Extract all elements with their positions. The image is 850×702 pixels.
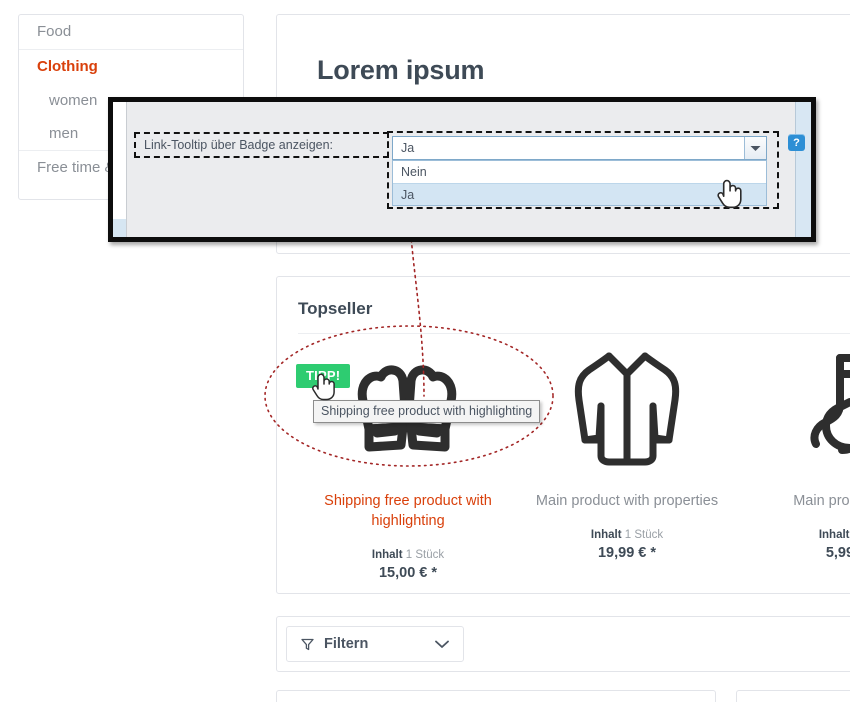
socks-icon <box>810 354 850 454</box>
select-dropdown-arrow-icon[interactable] <box>744 137 766 159</box>
jacket-icon <box>574 352 680 466</box>
topseller-panel: Topseller Shipping free product with hig… <box>276 276 850 594</box>
select-highlight-box: Ja Nein Ja <box>387 131 779 209</box>
filter-panel: Filtern <box>276 616 850 672</box>
product-thumbnail <box>736 339 850 479</box>
funnel-icon <box>301 638 314 651</box>
product-content: Inhalt 1 Stück <box>298 549 518 561</box>
filter-button-label: Filtern <box>324 636 369 652</box>
screen-root: Food Clothing women men Free time & Lore… <box>0 0 850 702</box>
product-name[interactable]: Shipping free product with highlighting <box>298 491 518 531</box>
product-content-value: 1 Stück <box>405 549 445 561</box>
sidebar-item-label: Clothing <box>37 58 98 75</box>
bottom-panel-right <box>736 690 850 702</box>
product-price: 19,99 € * <box>597 545 657 561</box>
product-content-label: Inhalt <box>371 549 403 561</box>
select-options-list: Nein Ja <box>392 160 767 206</box>
setting-label-highlight-box: Link-Tooltip über Badge anzeigen: <box>134 132 389 158</box>
sidebar-item-food[interactable]: Food <box>19 15 243 50</box>
left-scrollbar-thumb[interactable] <box>113 219 126 237</box>
chevron-down-icon <box>435 640 449 649</box>
select-option-nein[interactable]: Nein <box>393 161 766 183</box>
product-thumbnail <box>517 339 737 479</box>
select-option-ja[interactable]: Ja <box>393 183 766 205</box>
product-content-label: Inhalt <box>590 529 622 541</box>
product-name[interactable]: Main product with properties <box>517 491 737 511</box>
sidebar-item-label: women <box>49 92 98 109</box>
product-card[interactable]: Main product with properties Inhalt 1 St… <box>517 339 737 561</box>
tooltip-setting-select[interactable]: Ja <box>392 136 767 160</box>
sidebar-item-label: men <box>49 125 79 142</box>
section-divider <box>298 333 850 334</box>
sidebar-item-label: Free time & <box>37 159 115 176</box>
page-title: Lorem ipsum <box>317 55 485 85</box>
right-scrollbar[interactable] <box>795 102 811 237</box>
config-overlay-body: Link-Tooltip über Badge anzeigen: Ja Nei… <box>113 102 811 237</box>
setting-label: Link-Tooltip über Badge anzeigen: <box>144 138 334 152</box>
product-content: Inhalt 1 Stück <box>517 529 737 541</box>
product-price: 15,00 € * <box>378 565 438 581</box>
product-list: Shipping free product with highlighting … <box>298 339 850 589</box>
help-icon[interactable]: ? <box>788 134 805 151</box>
product-content: Inhalt 1 St <box>736 529 850 541</box>
filter-button[interactable]: Filtern <box>286 626 464 662</box>
left-scrollbar[interactable] <box>113 102 127 237</box>
product-card[interactable]: Main product wit Inhalt 1 St 5,99 € <box>736 339 850 561</box>
sidebar-item-clothing[interactable]: Clothing <box>19 50 243 84</box>
topseller-heading: Topseller <box>298 299 373 318</box>
product-name[interactable]: Main product wit <box>736 491 850 511</box>
bottom-panel-left <box>276 690 716 702</box>
product-price: 5,99 € <box>825 545 850 561</box>
product-content-value: 1 Stück <box>624 529 664 541</box>
status-badge[interactable]: TIPP! <box>296 364 351 388</box>
select-value: Ja <box>401 141 415 155</box>
config-overlay-window: Link-Tooltip über Badge anzeigen: Ja Nei… <box>108 97 816 242</box>
product-content-label: Inhalt <box>818 529 850 541</box>
link-tooltip: Shipping free product with highlighting <box>313 400 541 423</box>
sidebar-item-label: Food <box>37 23 72 40</box>
